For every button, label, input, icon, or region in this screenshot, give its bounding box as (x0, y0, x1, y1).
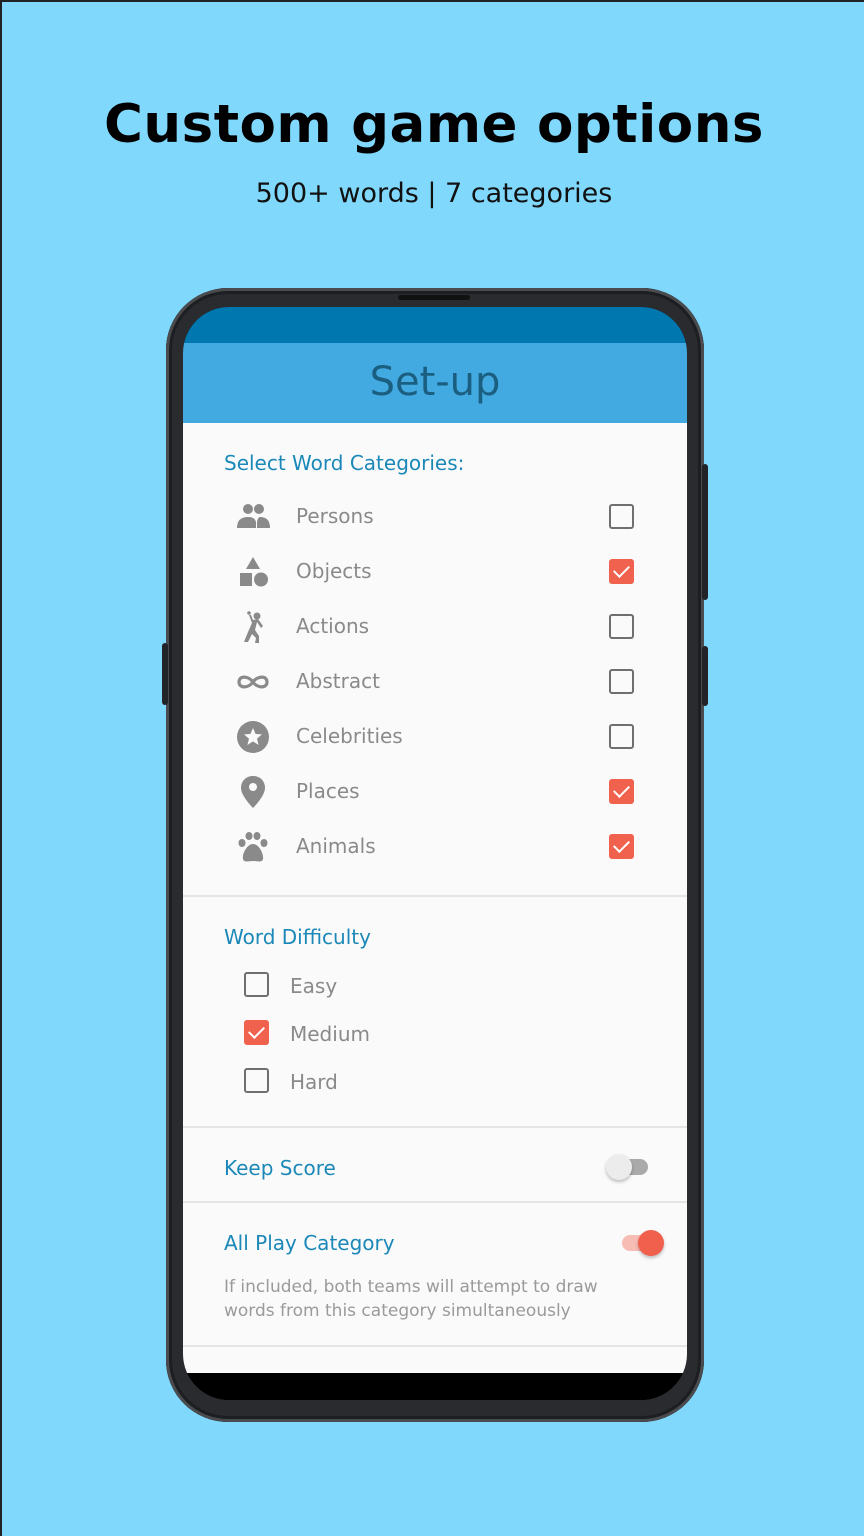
phone-volume-button (702, 464, 708, 600)
difficulty-checkbox-easy[interactable] (244, 972, 269, 997)
category-checkbox-places[interactable] (609, 779, 634, 804)
category-checkbox-persons[interactable] (609, 504, 634, 529)
all-play-toggle[interactable] (616, 1228, 664, 1258)
category-checkbox-actions[interactable] (609, 614, 634, 639)
running-person-icon (244, 611, 263, 643)
category-checkbox-animals[interactable] (609, 834, 634, 859)
phone-frame: Set-up Select Word Categories: Persons O… (162, 288, 708, 1422)
category-row-animals[interactable]: Animals (183, 822, 687, 872)
status-bar (183, 307, 687, 343)
category-label: Abstract (296, 669, 380, 693)
phone-power-button (702, 646, 708, 706)
category-row-persons[interactable]: Persons (183, 492, 687, 542)
category-checkbox-abstract[interactable] (609, 669, 634, 694)
difficulty-row-easy[interactable]: Easy (183, 964, 687, 1008)
people-icon (237, 504, 270, 528)
difficulty-label: Medium (290, 1022, 370, 1046)
keep-score-label: Keep Score (224, 1156, 336, 1180)
category-label: Persons (296, 504, 374, 528)
difficulty-row-medium[interactable]: Medium (183, 1012, 687, 1056)
toggle-thumb[interactable] (606, 1154, 632, 1180)
star-circle-icon (237, 721, 269, 753)
promo-headline: Custom game options (104, 94, 764, 155)
app-bar: Set-up (183, 343, 687, 423)
category-label: Celebrities (296, 724, 403, 748)
navigation-bar (183, 1373, 687, 1400)
category-label: Objects (296, 559, 372, 583)
category-checkbox-celebrities[interactable] (609, 724, 634, 749)
phone-side-button (162, 643, 168, 705)
difficulty-row-hard[interactable]: Hard (183, 1060, 687, 1104)
toggle-thumb[interactable] (638, 1230, 664, 1256)
infinity-icon (237, 675, 269, 689)
settings-content: Select Word Categories: Persons Objects (183, 423, 687, 1373)
section-divider (183, 1201, 687, 1203)
category-label: Animals (296, 834, 376, 858)
all-play-label: All Play Category (224, 1231, 395, 1255)
difficulty-checkbox-medium[interactable] (244, 1020, 269, 1045)
difficulty-label: Easy (290, 974, 338, 998)
shapes-icon (240, 557, 268, 587)
section-divider (183, 895, 687, 897)
page-title: Set-up (369, 359, 501, 405)
difficulty-label: Hard (290, 1070, 338, 1094)
category-row-actions[interactable]: Actions (183, 602, 687, 652)
phone-speaker (398, 295, 470, 300)
location-pin-icon (241, 776, 265, 808)
category-checkbox-objects[interactable] (609, 559, 634, 584)
paw-icon (238, 832, 268, 862)
all-play-description: If included, both teams will attempt to … (224, 1277, 598, 1321)
promo-subline: 500+ words | 7 categories (255, 178, 613, 209)
section-divider (183, 1345, 687, 1347)
section-divider (183, 1126, 687, 1128)
category-row-objects[interactable]: Objects (183, 547, 687, 597)
category-label: Places (296, 779, 360, 803)
difficulty-checkbox-hard[interactable] (244, 1068, 269, 1093)
category-row-celebrities[interactable]: Celebrities (183, 712, 687, 762)
category-row-abstract[interactable]: Abstract (183, 657, 687, 707)
category-label: Actions (296, 614, 370, 638)
keep-score-toggle[interactable] (606, 1152, 654, 1182)
phone-screen: Set-up Select Word Categories: Persons O… (183, 307, 687, 1400)
difficulty-section-title: Word Difficulty (224, 925, 371, 949)
categories-section-title: Select Word Categories: (224, 451, 465, 475)
category-row-places[interactable]: Places (183, 767, 687, 817)
